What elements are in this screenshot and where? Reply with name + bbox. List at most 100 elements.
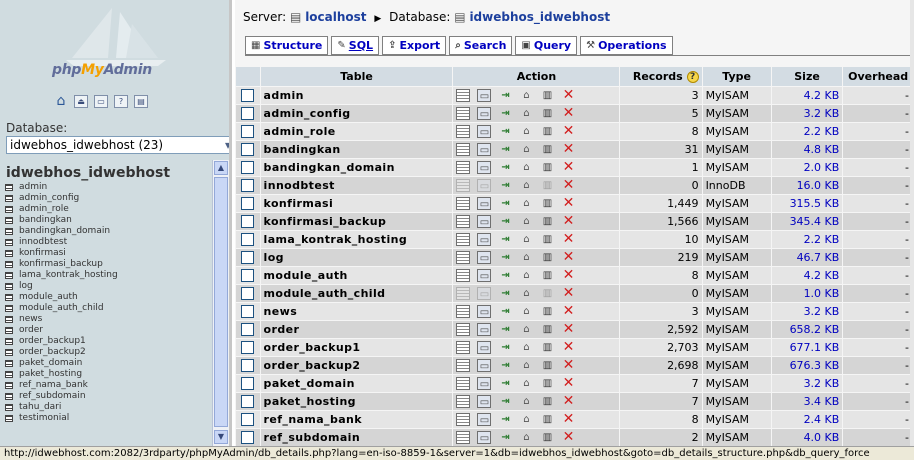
tree-item[interactable]: konfirmasi_backup — [5, 259, 118, 270]
properties-icon[interactable]: ⌂ — [519, 179, 533, 192]
select-icon[interactable]: ▭ — [477, 233, 492, 246]
scroll-down-icon[interactable]: ▼ — [214, 430, 228, 444]
select-icon[interactable]: ▭ — [477, 197, 492, 210]
drop-icon[interactable]: ✕ — [561, 412, 575, 426]
tree-item-label[interactable]: log — [19, 281, 33, 292]
tree-item-label[interactable]: bandingkan_domain — [19, 226, 110, 237]
properties-icon[interactable]: ⌂ — [519, 341, 533, 354]
empty-icon[interactable]: ▥ — [540, 125, 554, 138]
empty-icon[interactable]: ▥ — [540, 107, 554, 120]
row-checkbox[interactable] — [241, 341, 255, 355]
select-icon[interactable]: ▭ — [477, 107, 492, 120]
properties-icon[interactable]: ⌂ — [519, 395, 533, 408]
empty-icon[interactable]: ▥ — [540, 305, 554, 318]
drop-icon[interactable]: ✕ — [561, 376, 575, 390]
drop-icon[interactable]: ✕ — [561, 286, 575, 300]
tree-item[interactable]: admin_role — [5, 204, 118, 215]
drop-icon[interactable]: ✕ — [561, 322, 575, 336]
select-icon[interactable]: ▭ — [477, 179, 492, 192]
select-icon[interactable]: ▭ — [477, 377, 492, 390]
select-icon[interactable]: ▭ — [477, 341, 492, 354]
tree-item[interactable]: ref_nama_bank — [5, 380, 118, 391]
insert-icon[interactable]: ⇥ — [498, 179, 512, 192]
browse-icon[interactable] — [456, 161, 471, 174]
row-checkbox[interactable] — [241, 395, 255, 409]
insert-icon[interactable]: ⇥ — [498, 413, 512, 426]
tree-item-label[interactable]: paket_hosting — [19, 369, 82, 380]
table-icon[interactable] — [5, 316, 13, 323]
tree-item-label[interactable]: module_auth — [19, 292, 78, 303]
table-name[interactable]: ref_subdomain — [260, 429, 453, 446]
table-icon[interactable] — [5, 360, 13, 367]
drop-icon[interactable]: ✕ — [561, 124, 575, 138]
size-value[interactable]: 2.2 KB — [771, 231, 843, 248]
table-icon[interactable] — [5, 305, 13, 312]
tree-item-label[interactable]: news — [19, 314, 42, 325]
drop-icon[interactable]: ✕ — [561, 232, 575, 246]
home-icon[interactable]: ⌂ — [54, 94, 68, 108]
row-checkbox[interactable] — [241, 107, 255, 121]
tree-item-label[interactable]: testimonial — [19, 413, 69, 424]
browse-icon[interactable] — [456, 323, 471, 336]
browse-icon[interactable] — [456, 287, 471, 300]
select-icon[interactable]: ▭ — [477, 395, 492, 408]
insert-icon[interactable]: ⇥ — [498, 233, 512, 246]
properties-icon[interactable]: ⌂ — [519, 269, 533, 282]
row-checkbox[interactable] — [241, 287, 255, 301]
empty-icon[interactable]: ▥ — [540, 197, 554, 210]
hint-icon[interactable]: ? — [686, 71, 699, 83]
table-icon[interactable] — [5, 382, 13, 389]
row-checkbox[interactable] — [241, 413, 255, 427]
tab-search[interactable]: ⌕ Search — [449, 36, 513, 55]
select-icon[interactable]: ▭ — [477, 287, 492, 300]
select-icon[interactable]: ▭ — [477, 125, 492, 138]
table-name[interactable]: paket_hosting — [260, 393, 453, 410]
size-value[interactable]: 2.2 KB — [771, 123, 843, 140]
empty-icon[interactable]: ▥ — [540, 215, 554, 228]
empty-icon[interactable]: ▥ — [540, 431, 554, 444]
tree-item-label[interactable]: ref_subdomain — [19, 391, 86, 402]
browse-icon[interactable] — [456, 431, 471, 444]
tree-item-label[interactable]: admin_config — [19, 193, 79, 204]
table-icon[interactable] — [5, 228, 13, 235]
table-icon[interactable] — [5, 250, 13, 257]
table-name[interactable]: module_auth_child — [260, 285, 453, 302]
properties-icon[interactable]: ⌂ — [519, 251, 533, 264]
row-checkbox[interactable] — [241, 197, 255, 211]
table-icon[interactable] — [5, 294, 13, 301]
empty-icon[interactable]: ▥ — [540, 287, 554, 300]
properties-icon[interactable]: ⌂ — [519, 197, 533, 210]
tree-item[interactable]: tahu_dari — [5, 402, 118, 413]
drop-icon[interactable]: ✕ — [561, 358, 575, 372]
select-icon[interactable]: ▭ — [477, 269, 492, 282]
browse-icon[interactable] — [456, 359, 471, 372]
select-icon[interactable]: ▭ — [477, 305, 492, 318]
row-checkbox[interactable] — [241, 89, 255, 103]
table-name[interactable]: admin_role — [260, 123, 453, 140]
size-value[interactable]: 4.2 KB — [771, 87, 843, 104]
browse-icon[interactable] — [456, 251, 471, 264]
select-icon[interactable]: ▭ — [477, 251, 492, 264]
table-icon[interactable] — [5, 283, 13, 290]
table-name[interactable]: konfirmasi — [260, 195, 453, 212]
drop-icon[interactable]: ✕ — [561, 394, 575, 408]
row-checkbox[interactable] — [241, 431, 255, 445]
tree-item[interactable]: module_auth_child — [5, 303, 118, 314]
scroll-up-icon[interactable]: ▲ — [214, 161, 228, 175]
table-name[interactable]: news — [260, 303, 453, 320]
browse-icon[interactable] — [456, 197, 471, 210]
insert-icon[interactable]: ⇥ — [498, 161, 512, 174]
empty-icon[interactable]: ▥ — [540, 341, 554, 354]
table-icon[interactable] — [5, 338, 13, 345]
size-value[interactable]: 4.8 KB — [771, 141, 843, 158]
drop-icon[interactable]: ✕ — [561, 178, 575, 192]
table-name[interactable]: order_backup2 — [260, 357, 453, 374]
tree-item-label[interactable]: module_auth_child — [19, 303, 104, 314]
properties-icon[interactable]: ⌂ — [519, 359, 533, 372]
table-name[interactable]: konfirmasi_backup — [260, 213, 453, 230]
browse-icon[interactable] — [456, 143, 471, 156]
insert-icon[interactable]: ⇥ — [498, 395, 512, 408]
browse-icon[interactable] — [456, 107, 471, 120]
tree-database-title[interactable]: idwebhos_idwebhost — [6, 165, 170, 181]
table-name[interactable]: log — [260, 249, 453, 266]
